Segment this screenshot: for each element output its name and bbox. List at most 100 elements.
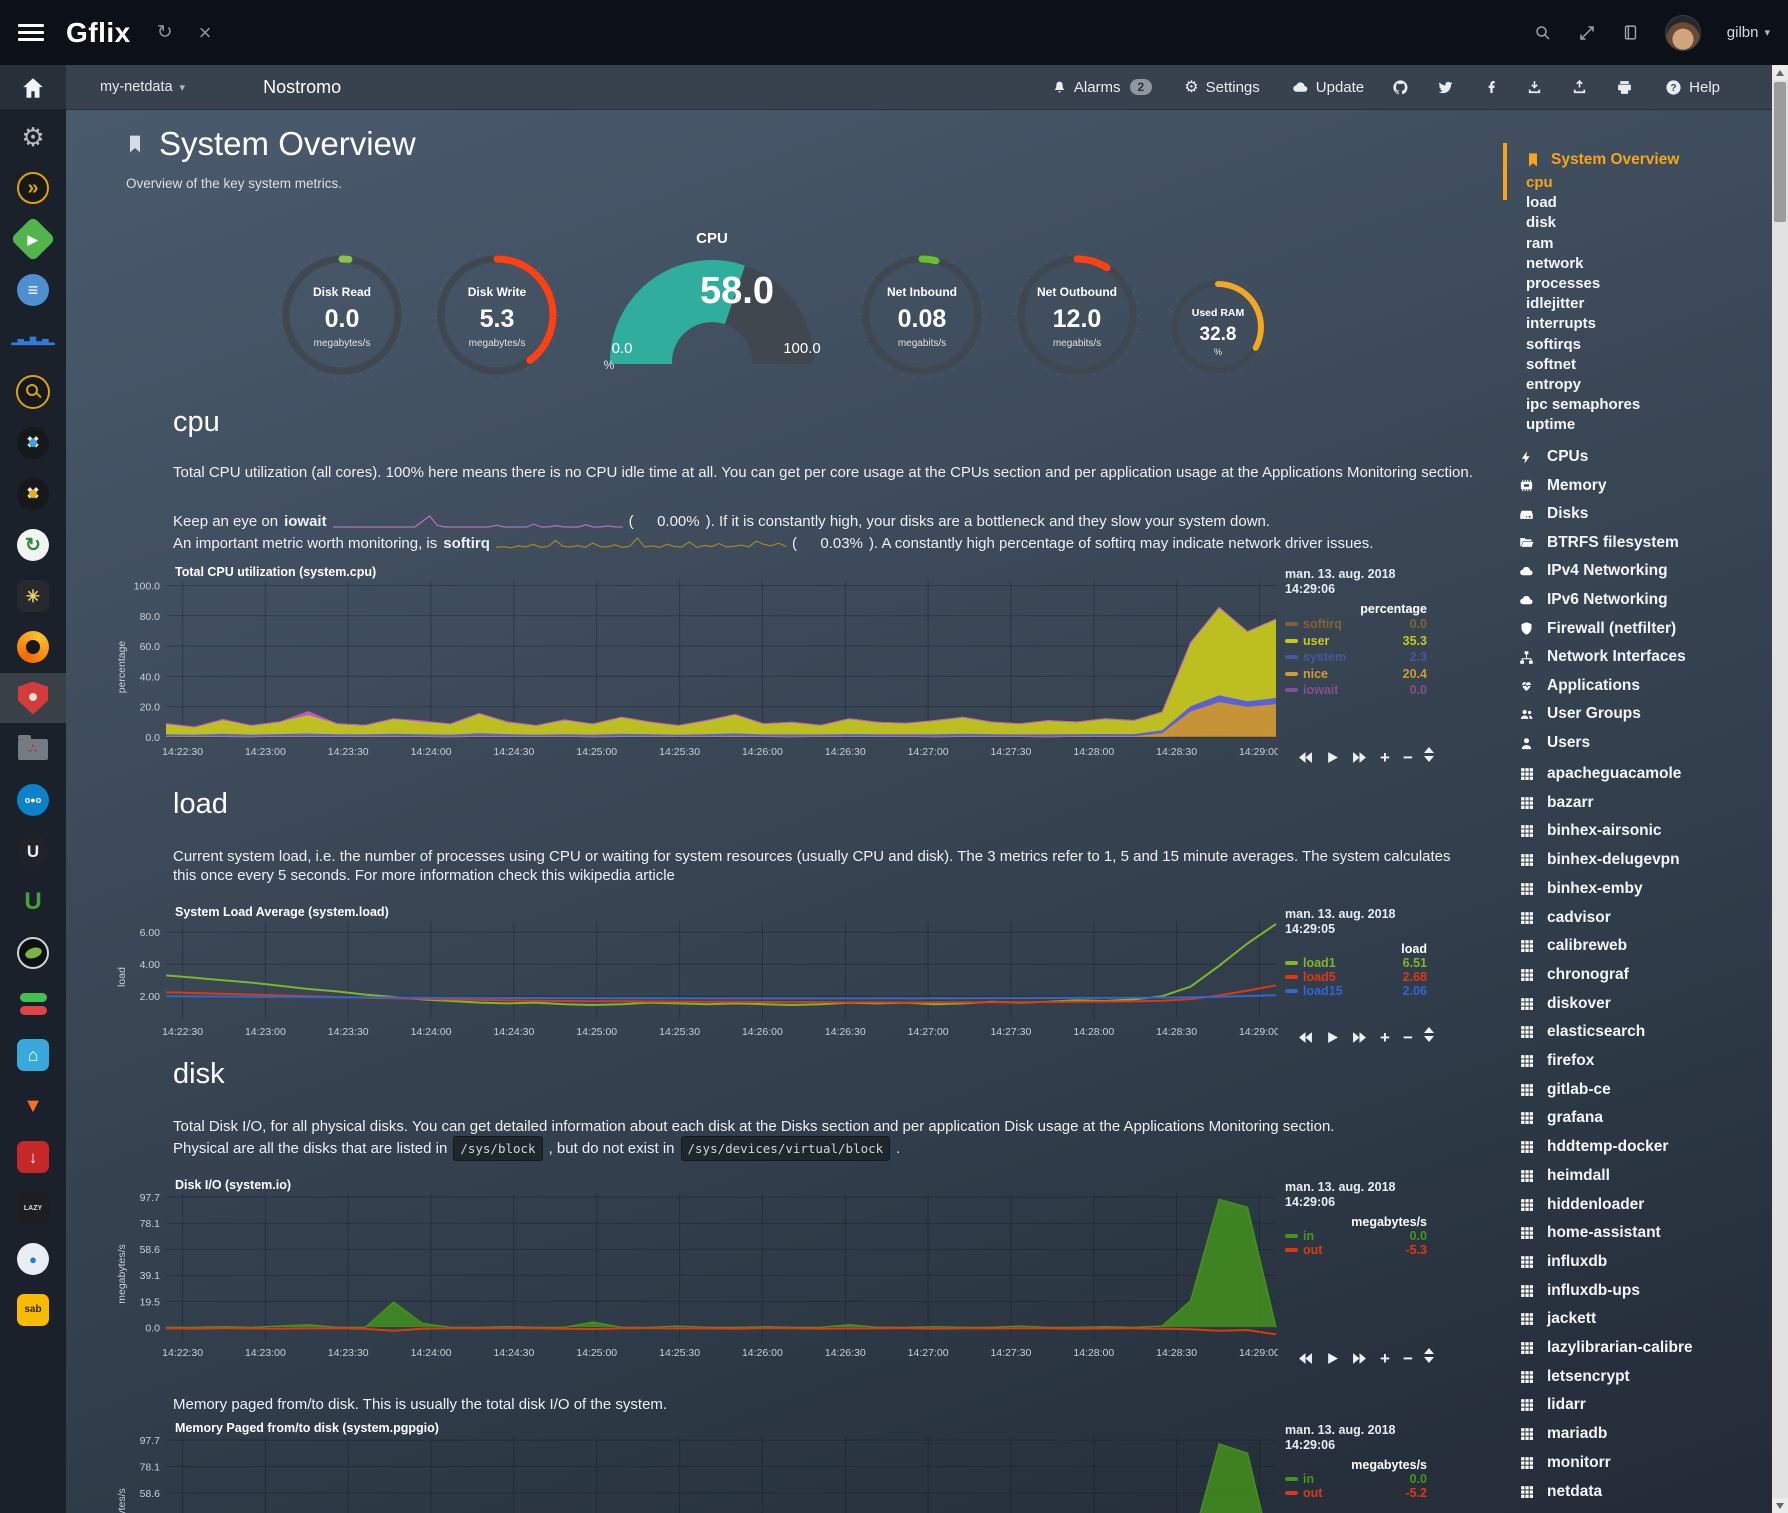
menu-app-letsencrypt[interactable]: letsencrypt — [1518, 1368, 1630, 1386]
menu-app-influxdb-ups[interactable]: influxdb-ups — [1518, 1282, 1640, 1300]
menu-item-load[interactable]: load — [1526, 194, 1557, 211]
menu-section-applications[interactable]: Applications — [1518, 677, 1640, 695]
menu-item-idlejitter[interactable]: idlejitter — [1526, 295, 1584, 312]
sidebar-app-jdownloader[interactable]: ↓ — [0, 1132, 66, 1182]
menu-item-cpu[interactable]: cpu — [1526, 174, 1553, 191]
sidebar-app-home[interactable] — [0, 63, 66, 113]
legend-in[interactable]: in 0.0 — [1285, 1229, 1427, 1243]
pan-right-icon[interactable] — [1352, 751, 1367, 764]
sidebar-app-radarr[interactable]: ✖ — [0, 469, 66, 519]
menu-item-disk[interactable]: disk — [1526, 214, 1556, 231]
sidebar-app-home-assistant[interactable]: ⌂ — [0, 1030, 66, 1080]
menu-app-calibreweb[interactable]: calibreweb — [1518, 937, 1627, 955]
resize-handle-icon[interactable] — [1423, 747, 1435, 762]
menu-item-softnet[interactable]: softnet — [1526, 356, 1576, 373]
facebook-icon[interactable] — [1482, 79, 1498, 95]
export-icon[interactable] — [1571, 79, 1588, 96]
gauge-net-outbound[interactable]: Net Outbound 12.0 megabits/s — [1012, 250, 1142, 380]
pan-left-icon[interactable] — [1298, 1352, 1313, 1365]
changelog-icon[interactable] — [1622, 24, 1639, 41]
legend-system[interactable]: system 2.3 — [1285, 649, 1427, 666]
menu-app-bazarr[interactable]: bazarr — [1518, 794, 1594, 812]
scrollbar[interactable] — [1772, 65, 1788, 1513]
sidebar-app-jackett[interactable] — [0, 367, 66, 417]
legend-load5[interactable]: load5 2.68 — [1285, 970, 1427, 984]
menu-app-diskover[interactable]: diskover — [1518, 995, 1611, 1013]
menu-app-hddtemp-docker[interactable]: hddtemp-docker — [1518, 1138, 1668, 1156]
play-icon[interactable] — [1326, 1031, 1339, 1044]
menu-app-binhex-emby[interactable]: binhex-emby — [1518, 880, 1643, 898]
zoom-out-icon[interactable]: − — [1403, 1029, 1413, 1046]
sidebar-app-airsonic[interactable]: ▂▅▃▇▃▅▂ — [0, 316, 66, 366]
menu-item-uptime[interactable]: uptime — [1526, 416, 1575, 433]
sidebar-app-sabnzbd[interactable]: sab — [0, 1285, 66, 1335]
menu-item-network[interactable]: network — [1526, 255, 1584, 272]
menu-app-mariadb[interactable]: mariadb — [1518, 1425, 1607, 1443]
server-dropdown[interactable]: my-netdata ▾ — [100, 79, 185, 95]
legend-out[interactable]: out -5.2 — [1285, 1486, 1427, 1500]
zoom-in-icon[interactable]: + — [1380, 1029, 1390, 1046]
chart-system.io[interactable]: Disk I/O (system.io) megabytes/s 97.778.… — [108, 1178, 1453, 1386]
legend-softirq[interactable]: softirq 0.0 — [1285, 616, 1427, 633]
avatar[interactable] — [1665, 15, 1701, 51]
menu-system-overview[interactable]: System Overview — [1523, 148, 1679, 172]
sidebar-app-influxdb[interactable]: ● — [0, 1234, 66, 1284]
sidebar-app-calibre-library[interactable]: ≡ — [0, 265, 66, 315]
twitter-icon[interactable] — [1437, 79, 1454, 96]
chart-system.load[interactable]: System Load Average (system.load) load 6… — [108, 905, 1453, 1065]
chart-system.pgpgio[interactable]: Memory Paged from/to disk (system.pgpgio… — [108, 1421, 1453, 1513]
menu-section-cpus[interactable]: CPUs — [1518, 448, 1588, 466]
zoom-out-icon[interactable]: − — [1403, 749, 1413, 766]
menu-icon[interactable] — [18, 20, 44, 45]
sidebar-app-unifi[interactable]: U — [0, 826, 66, 876]
menu-section-btrfs-filesystem[interactable]: BTRFS filesystem — [1518, 534, 1679, 552]
sidebar-app-gitlab[interactable]: ▼ — [0, 1081, 66, 1131]
sidebar-app-lazylibrarian[interactable]: LAZY — [0, 1183, 66, 1233]
gauge-used-ram[interactable]: Used RAM 32.8 % — [1170, 279, 1266, 375]
close-icon[interactable]: × — [199, 22, 212, 44]
gauge-disk-write[interactable]: Disk Write 5.3 megabytes/s — [432, 250, 562, 380]
menu-app-apacheguacamole[interactable]: apacheguacamole — [1518, 765, 1681, 783]
legend-in[interactable]: in 0.0 — [1285, 1472, 1427, 1486]
zoom-in-icon[interactable]: + — [1380, 1350, 1390, 1367]
menu-app-binhex-delugevpn[interactable]: binhex-delugevpn — [1518, 851, 1680, 869]
menu-app-hiddenloader[interactable]: hiddenloader — [1518, 1196, 1644, 1214]
menu-app-home-assistant[interactable]: home-assistant — [1518, 1224, 1661, 1242]
play-icon[interactable] — [1326, 751, 1339, 764]
legend-load15[interactable]: load15 2.06 — [1285, 984, 1427, 998]
pan-right-icon[interactable] — [1352, 1031, 1367, 1044]
menu-section-disks[interactable]: Disks — [1518, 505, 1588, 523]
menu-item-ram[interactable]: ram — [1526, 235, 1554, 252]
refresh-icon[interactable]: ↻ — [157, 23, 173, 42]
resize-handle-icon[interactable] — [1423, 1027, 1435, 1042]
menu-app-firefox[interactable]: firefox — [1518, 1052, 1594, 1070]
menu-app-lidarr[interactable]: lidarr — [1518, 1396, 1586, 1414]
help-button[interactable]: ? Help — [1665, 79, 1720, 96]
menu-app-monitorr[interactable]: monitorr — [1518, 1454, 1611, 1472]
legend-user[interactable]: user 35.3 — [1285, 633, 1427, 650]
gauge-disk-read[interactable]: Disk Read 0.0 megabytes/s — [277, 250, 407, 380]
menu-item-processes[interactable]: processes — [1526, 275, 1600, 292]
scrollbar-thumb[interactable] — [1774, 82, 1786, 222]
zoom-out-icon[interactable]: − — [1403, 1350, 1413, 1367]
sidebar-app-plex[interactable]: » — [0, 163, 66, 213]
pan-left-icon[interactable] — [1298, 1031, 1313, 1044]
menu-section-ipv4-networking[interactable]: IPv4 Networking — [1518, 562, 1668, 580]
menu-app-elasticsearch[interactable]: elasticsearch — [1518, 1023, 1645, 1041]
zoom-in-icon[interactable]: + — [1380, 749, 1390, 766]
sidebar-app-ubooquity[interactable]: U — [0, 877, 66, 927]
menu-section-memory[interactable]: Memory — [1518, 477, 1606, 495]
sidebar-app-monitorr[interactable] — [0, 979, 66, 1029]
menu-app-binhex-airsonic[interactable]: binhex-airsonic — [1518, 822, 1662, 840]
scroll-down-icon[interactable] — [1772, 1498, 1788, 1513]
print-icon[interactable] — [1616, 79, 1633, 96]
menu-app-jackett[interactable]: jackett — [1518, 1310, 1596, 1328]
menu-app-grafana[interactable]: grafana — [1518, 1109, 1603, 1127]
menu-section-users[interactable]: Users — [1518, 734, 1590, 752]
menu-item-entropy[interactable]: entropy — [1526, 376, 1581, 393]
menu-section-network-interfaces[interactable]: Network Interfaces — [1518, 648, 1686, 666]
chart-system.cpu[interactable]: Total CPU utilization (system.cpu) perce… — [108, 565, 1453, 785]
legend-out[interactable]: out -5.3 — [1285, 1243, 1427, 1257]
resize-handle-icon[interactable] — [1423, 1348, 1435, 1363]
menu-item-ipc-semaphores[interactable]: ipc semaphores — [1526, 396, 1640, 413]
